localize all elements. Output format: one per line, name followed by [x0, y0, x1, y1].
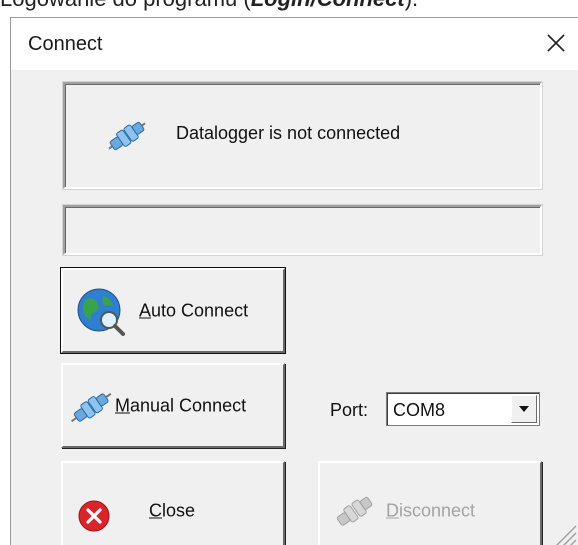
close-icon[interactable] — [542, 29, 570, 57]
auto-connect-label: Auto Connect — [139, 300, 248, 321]
manual-connect-button[interactable]: Manual Connect — [61, 363, 285, 448]
disconnect-button[interactable]: Disconnect — [318, 461, 542, 545]
port-select[interactable]: COM8 — [386, 392, 540, 426]
title-bar: Connect — [11, 18, 578, 70]
caption-prefix: Logowanie do programu ( — [0, 0, 251, 11]
auto-connect-button[interactable]: Auto Connect — [60, 267, 286, 354]
dropdown-button[interactable] — [511, 395, 537, 423]
resize-grip-icon[interactable] — [549, 520, 577, 545]
close-accel: C — [149, 500, 162, 521]
disconnect-accel: D — [386, 500, 399, 521]
screen: Logowanie do programu (Login/Connect). C… — [0, 0, 578, 545]
manual-connect-accel: M — [115, 395, 130, 415]
caption-emphasis: Login/Connect — [251, 0, 405, 11]
disconnect-rest: isconnect — [399, 500, 476, 521]
auto-connect-accel: A — [139, 300, 152, 320]
connection-status-panel: Datalogger is not connected — [63, 82, 542, 189]
globe-search-icon — [77, 288, 125, 336]
manual-connect-label: Manual Connect — [115, 395, 246, 416]
status-text: Datalogger is not connected — [176, 123, 401, 143]
window-title: Connect — [28, 33, 103, 55]
plug-icon — [70, 392, 112, 423]
document-caption: Logowanie do programu (Login/Connect). — [0, 0, 418, 12]
progress-bar — [63, 205, 542, 255]
error-circle-icon — [78, 500, 110, 532]
caption-suffix: ). — [405, 0, 418, 11]
connect-dialog: Connect Datalogger is not connected Auto… — [10, 17, 578, 545]
close-button[interactable]: Close — [61, 461, 285, 545]
port-value: COM8 — [393, 400, 446, 420]
close-rest: lose — [162, 500, 196, 521]
plug-icon — [108, 121, 146, 151]
manual-connect-rest: anual Connect — [130, 395, 247, 415]
close-label: Close — [149, 501, 195, 522]
plug-icon — [336, 496, 373, 526]
auto-connect-rest: uto Connect — [151, 300, 249, 320]
disconnect-label: Disconnect — [386, 501, 475, 522]
port-label: Port: — [330, 400, 369, 420]
chevron-down-icon — [519, 406, 529, 412]
